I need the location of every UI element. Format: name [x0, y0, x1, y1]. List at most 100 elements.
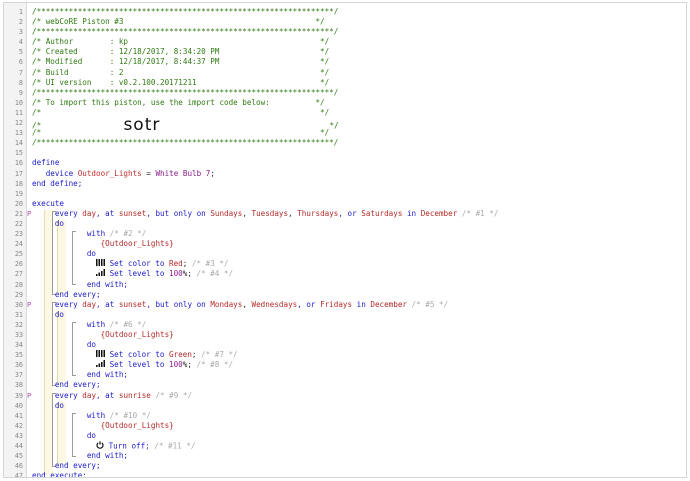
code-text: every day, at sunset, but only on Monday…	[32, 300, 448, 310]
line-number: 38	[14, 381, 23, 390]
line-number: 18	[14, 179, 23, 188]
code-text: end every;	[32, 461, 101, 471]
line-number: 46	[14, 462, 23, 471]
code-token: in	[402, 208, 421, 218]
code-token: day	[82, 208, 97, 218]
code-token: /* */	[32, 107, 330, 117]
line-number: 21	[14, 209, 23, 218]
code-line: 37 end with;	[4, 370, 686, 380]
code-line: 14 /*************************************…	[4, 138, 686, 148]
code-token: White Bulb 7	[155, 168, 211, 178]
code-text: /* To import this piston, use the import…	[32, 98, 325, 108]
line-number: 10	[14, 98, 23, 107]
code-token: sunset	[118, 299, 147, 309]
line-number: 33	[14, 331, 23, 339]
code-token: /* UI version : v0.2.100.20171211 */	[32, 77, 330, 87]
code-line: 7 /* Build : 2 */	[4, 68, 686, 78]
line-number: 5	[18, 48, 23, 57]
piston-marker-icon[interactable]: P	[27, 391, 31, 401]
code-token: do	[32, 249, 97, 259]
code-text: end execute;	[32, 471, 87, 477]
code-line: 8 /* UI version : v0.2.100.20171211 */	[4, 78, 686, 88]
code-token: /***************************************…	[32, 27, 339, 37]
code-token: Wednesdays	[251, 299, 298, 309]
line-number: 12	[14, 119, 23, 128]
code-line: 25 do	[4, 249, 686, 259]
line-number: 31	[14, 310, 23, 319]
code-text: do	[32, 249, 96, 259]
code-token: , at	[96, 299, 119, 309]
code-token: Set level to	[105, 269, 170, 279]
code-text: Set color to Red; /* #3 */	[32, 259, 228, 269]
code-lines: 1 /**************************************…	[4, 7, 686, 477]
line-number: 43	[14, 431, 23, 440]
code-text: with /* #2 */	[32, 229, 146, 239]
line-number: 36	[14, 361, 23, 370]
code-line: 29 end every;	[4, 290, 686, 300]
code-line: 13 /* */	[4, 128, 686, 138]
code-token: /* #11 */	[154, 441, 196, 451]
code-text: /* Author : kp */	[32, 37, 329, 47]
code-line: 16 define	[4, 158, 686, 168]
level-bars-icon	[96, 360, 106, 370]
code-text: do	[32, 401, 64, 411]
line-number: 34	[14, 341, 23, 350]
code-line: 34 do	[4, 340, 686, 350]
code-text: every day, at sunset, but only on Sunday…	[32, 208, 499, 219]
code-text: end with;	[32, 280, 128, 290]
code-token: , or	[297, 299, 321, 309]
code-token: sunrise	[118, 390, 151, 400]
line-number: 25	[14, 250, 23, 259]
code-text: do	[32, 310, 64, 320]
code-line: 12/* sotr */	[4, 117, 686, 134]
line-number: 8	[18, 78, 23, 87]
code-token: every	[32, 299, 83, 309]
code-text: do	[32, 431, 96, 441]
code-text: {Outdoor_Lights}	[32, 421, 174, 431]
code-token: {Outdoor_Lights}	[32, 239, 174, 249]
code-token: Sundays	[210, 208, 243, 218]
code-token: /* webCoRE Piston #3 */	[32, 17, 325, 27]
line-number: 15	[14, 149, 23, 158]
code-token: , but only on	[146, 299, 211, 309]
code-token: Thursdays	[297, 208, 339, 218]
code-token: =	[141, 168, 156, 178]
code-token: /* #6 */	[109, 319, 147, 329]
code-token: end with;	[32, 279, 129, 289]
code-text: with /* #6 */	[32, 320, 146, 330]
code-token: ,	[242, 208, 252, 218]
code-text: Set color to Green; /* #7 */	[32, 350, 238, 360]
code-text: end define;	[32, 179, 82, 189]
line-number: 11	[14, 108, 23, 117]
code-token: /* Build : 2 */	[32, 67, 330, 77]
piston-marker-icon[interactable]: P	[27, 300, 31, 310]
code-line: 33 {Outdoor_Lights}	[4, 330, 686, 340]
code-line: 3 /**************************************…	[4, 27, 686, 37]
code-text: /***************************************…	[32, 7, 338, 17]
code-line: 30 P every day, at sunset, but only on Mo…	[4, 300, 686, 310]
code-token: end every;	[32, 289, 101, 299]
line-number: 16	[14, 159, 23, 168]
code-token: /***************************************…	[32, 87, 339, 97]
code-token: /***************************************…	[32, 138, 339, 148]
code-token: /* #5 */	[406, 299, 449, 309]
code-token: 100	[169, 269, 183, 279]
code-token: do	[32, 430, 97, 440]
line-number: 41	[14, 411, 23, 420]
piston-code-viewer: 1 /**************************************…	[3, 2, 687, 478]
code-text: Set level to 100%; /* #8 */	[32, 360, 233, 370]
code-line: 4 /* Author : kp */	[4, 37, 686, 47]
line-number: 45	[14, 452, 23, 461]
code-token: Set color to	[105, 350, 170, 360]
code-token: , but only on	[146, 208, 211, 218]
code-token: /* #10 */	[109, 410, 151, 420]
line-number: 32	[14, 320, 23, 329]
code-token: every	[32, 390, 83, 400]
code-token: end with;	[32, 451, 129, 461]
code-token: end every;	[32, 461, 101, 471]
code-line: 41 with /* #10 */	[4, 411, 686, 421]
code-token: device	[32, 168, 78, 178]
piston-marker-icon[interactable]: P	[27, 209, 31, 219]
line-number: 2	[18, 18, 23, 27]
